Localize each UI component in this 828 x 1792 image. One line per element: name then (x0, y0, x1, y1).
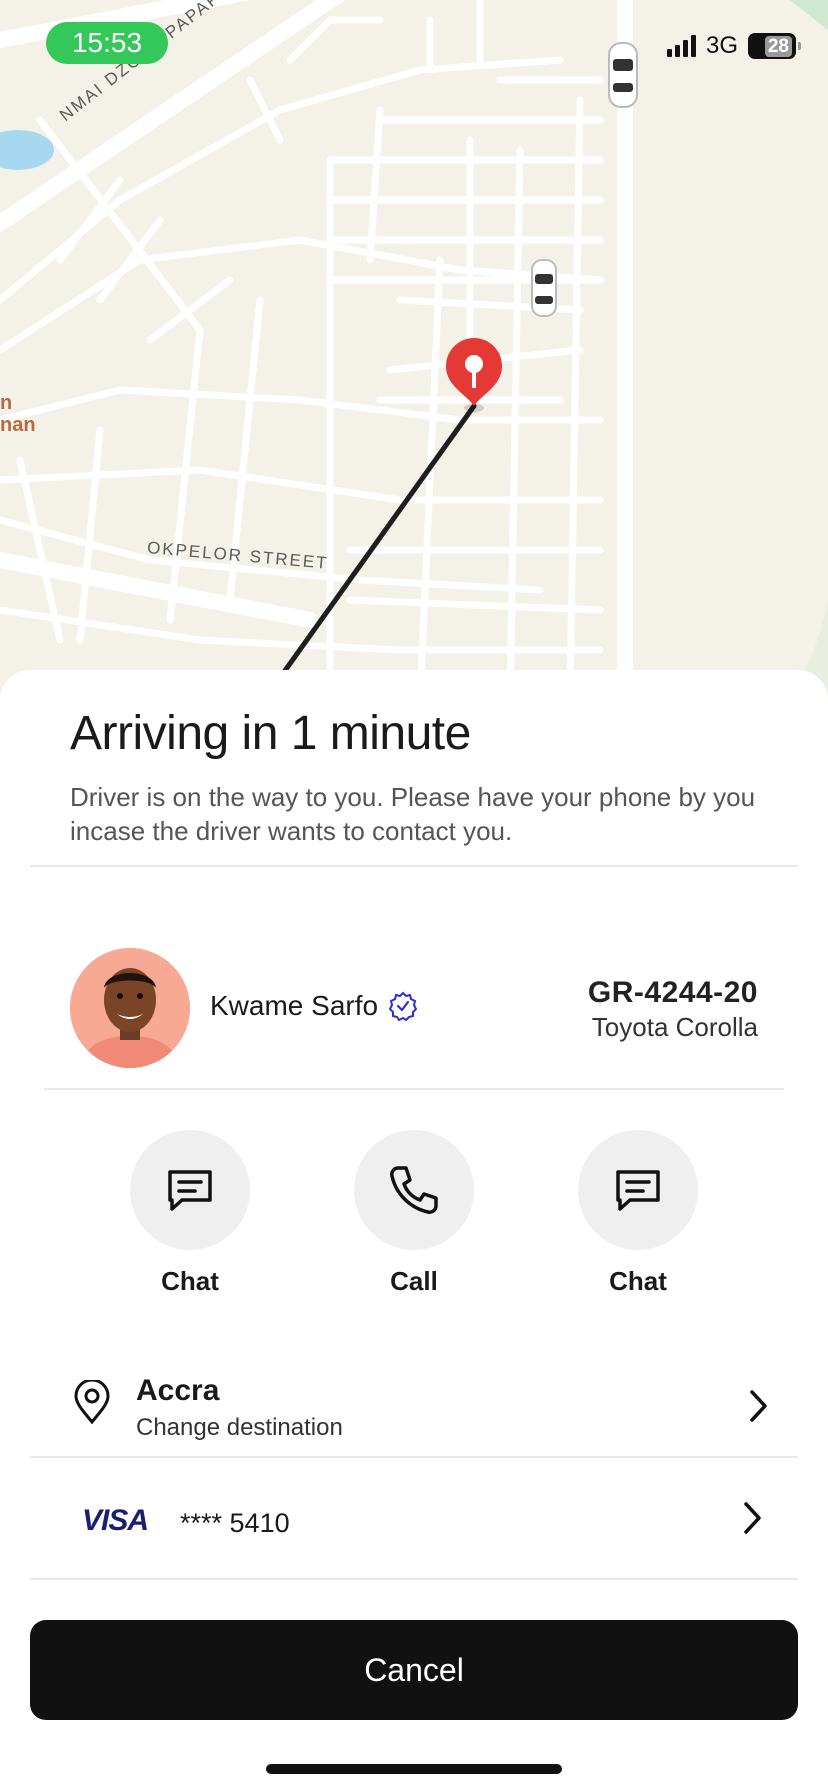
divider (44, 1088, 784, 1090)
chat-label: Chat (161, 1266, 219, 1296)
trip-description: Driver is on the way to you. Please have… (70, 782, 756, 846)
destination-title: Accra (136, 1374, 220, 1407)
divider (30, 1456, 798, 1458)
avatar-image (70, 948, 190, 1068)
chat-button-circle[interactable] (130, 1130, 250, 1250)
car-icon (608, 42, 638, 108)
call-button-circle[interactable] (354, 1130, 474, 1250)
phone-icon (390, 1166, 438, 1214)
status-indicators: 3G 28 (666, 32, 801, 60)
map-streets (0, 0, 828, 700)
payment-row[interactable]: VISA **** 5410 (0, 1496, 828, 1556)
message-icon (168, 1170, 212, 1211)
visa-logo: VISA (82, 1504, 149, 1537)
map-pin-icon (74, 1380, 110, 1424)
license-plate: GR-4244-20 (587, 976, 758, 1009)
cellular-signal-icon (666, 35, 696, 57)
change-destination-link[interactable]: Change destination (136, 1414, 343, 1442)
destination-row[interactable]: Accra Change destination (0, 1374, 828, 1454)
cancel-button[interactable]: Cancel (30, 1620, 798, 1720)
call-label: Call (390, 1266, 438, 1296)
battery-level: 28 (764, 35, 792, 57)
divider (30, 1578, 798, 1580)
message-icon (616, 1170, 660, 1211)
chat-button[interactable]: Chat (578, 1130, 698, 1297)
battery-icon: 28 (748, 33, 801, 59)
trip-sheet: Arriving in 1 minute Driver is on the wa… (0, 670, 828, 1792)
driver-avatar[interactable] (70, 948, 190, 1068)
place-label: n (0, 392, 13, 414)
map-view[interactable]: NMAI DZORN PAPAFIO HILLS RO OKPELOR STRE… (0, 0, 828, 700)
status-time: 15:53 (46, 22, 168, 64)
home-indicator[interactable] (266, 1764, 562, 1774)
driver-name-row: Kwame Sarfo (210, 990, 418, 1022)
chevron-right-icon[interactable] (746, 1388, 770, 1424)
page-title: Arriving in 1 minute (70, 707, 471, 760)
place-label: nan (0, 414, 36, 436)
call-button[interactable]: Call (354, 1130, 474, 1297)
verified-badge-icon (388, 991, 418, 1021)
card-number: **** 5410 (180, 1508, 290, 1538)
car-icon (531, 259, 557, 317)
chat-button-circle[interactable] (578, 1130, 698, 1250)
divider (30, 865, 798, 867)
chat-label: Chat (609, 1266, 667, 1296)
network-type: 3G (705, 32, 738, 59)
chat-button[interactable]: Chat (130, 1130, 250, 1297)
chevron-right-icon[interactable] (740, 1500, 764, 1536)
driver-name: Kwame Sarfo (210, 990, 379, 1021)
car-model: Toyota Corolla (591, 1012, 758, 1042)
